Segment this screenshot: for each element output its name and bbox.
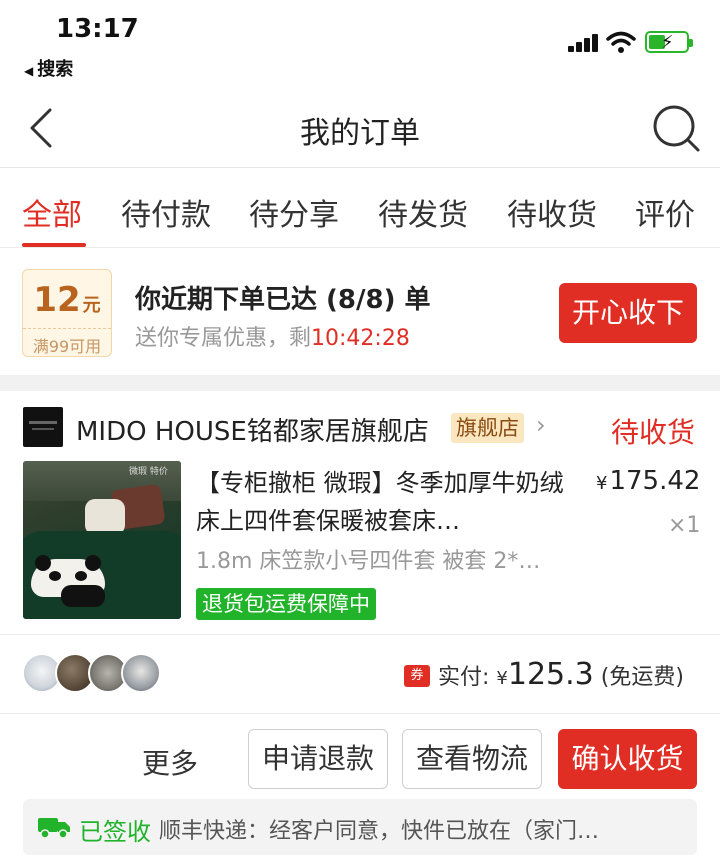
truck-icon bbox=[38, 818, 70, 839]
wifi-icon bbox=[606, 31, 636, 53]
product-quantity: ×1 bbox=[668, 513, 701, 538]
back-triangle-icon: ◀ bbox=[24, 64, 34, 78]
product-image[interactable]: 微瑕 特价 bbox=[23, 461, 181, 619]
section-gap bbox=[0, 375, 720, 391]
shipping-note: (免运费) bbox=[600, 665, 684, 690]
price-currency: ¥ bbox=[596, 473, 608, 494]
status-time: 13:17 bbox=[56, 14, 139, 44]
store-row[interactable]: MIDO HOUSE铭都家居旗舰店 旗舰店 › 待收货 bbox=[0, 391, 720, 461]
order-status: 待收货 bbox=[611, 416, 696, 449]
divider bbox=[0, 713, 720, 714]
title-bar: 我的订单 bbox=[0, 90, 720, 168]
view-logistics-button[interactable]: 查看物流 bbox=[402, 729, 542, 789]
product-image-tag: 微瑕 特价 bbox=[129, 467, 168, 477]
store-logo bbox=[23, 407, 63, 447]
avatar bbox=[121, 653, 161, 693]
order-tabs: 全部 待付款 待分享 待发货 待收货 评价 bbox=[0, 168, 720, 248]
banner-headline: 你近期下单已达 (8/8) 单 bbox=[135, 285, 431, 315]
product-spec: 1.8m 床笠款小号四件套 被套 2*… bbox=[196, 549, 541, 574]
back-app-label: 搜索 bbox=[37, 59, 74, 80]
tab-all[interactable]: 全部 bbox=[22, 190, 82, 234]
countdown-timer: 10:42:28 bbox=[311, 326, 410, 351]
store-name[interactable]: MIDO HOUSE铭都家居旗舰店 bbox=[76, 411, 429, 448]
banner-sub-prefix: 送你专属优惠，剩 bbox=[135, 326, 312, 351]
coupon-value: 12 bbox=[33, 280, 81, 320]
coupon-condition: 满99可用 bbox=[23, 328, 111, 357]
battery-charging-icon: ⚡ bbox=[645, 31, 693, 53]
paid-value: 125.3 bbox=[507, 657, 594, 692]
apply-refund-button[interactable]: 申请退款 bbox=[248, 729, 388, 789]
price-value: 175.42 bbox=[609, 466, 701, 496]
product-title[interactable]: 【专柜撤柜 微瑕】冬季加厚牛奶绒床上四件套保暖被套床… bbox=[196, 464, 576, 540]
paid-currency: ¥ bbox=[496, 668, 508, 689]
status-bar: 13:17 ◀ 搜索 ⚡ bbox=[0, 0, 720, 90]
more-button[interactable]: 更多 bbox=[142, 742, 198, 782]
tab-pending-receipt[interactable]: 待收货 bbox=[507, 190, 597, 234]
logistics-info[interactable]: 已签收 顺丰快递：经客户同意，快件已放在（家门… bbox=[23, 799, 697, 855]
active-tab-indicator bbox=[22, 243, 86, 247]
banner-subtext: 送你专属优惠，剩10:42:28 bbox=[135, 320, 410, 352]
tab-pending-payment[interactable]: 待付款 bbox=[121, 190, 211, 234]
search-icon[interactable] bbox=[650, 102, 702, 154]
paid-label: 实付: bbox=[438, 665, 490, 690]
back-to-app-link[interactable]: ◀ 搜索 bbox=[24, 55, 73, 81]
tab-review[interactable]: 评价 bbox=[635, 190, 695, 234]
paid-amount: 实付: ¥125.3 (免运费) bbox=[438, 657, 684, 692]
return-shipping-guarantee-badge: 退货包运费保障中 bbox=[196, 588, 376, 620]
coupon-unit: 元 bbox=[82, 295, 101, 316]
tab-pending-shipment[interactable]: 待发货 bbox=[378, 190, 468, 234]
tab-pending-share[interactable]: 待分享 bbox=[249, 190, 339, 234]
flagship-badge: 旗舰店 bbox=[451, 413, 524, 443]
coupon-ticket-icon: 券 bbox=[404, 665, 430, 687]
coupon-card: 12 元 满99可用 bbox=[22, 269, 112, 357]
coupon-amount: 12 元 bbox=[23, 280, 111, 320]
delivery-status: 已签收 bbox=[79, 818, 151, 846]
accept-coupon-button[interactable]: 开心收下 bbox=[559, 283, 697, 343]
confirm-receipt-button[interactable]: 确认收货 bbox=[558, 729, 697, 789]
signal-icon bbox=[568, 34, 600, 52]
payment-row: 券 实付: ¥125.3 (免运费) bbox=[0, 635, 720, 713]
product-price: ¥175.42 bbox=[596, 466, 700, 496]
chevron-right-icon[interactable]: › bbox=[536, 411, 546, 439]
page-title: 我的订单 bbox=[300, 116, 420, 151]
logistics-detail: 顺丰快递：经客户同意，快件已放在（家门… bbox=[159, 819, 600, 844]
